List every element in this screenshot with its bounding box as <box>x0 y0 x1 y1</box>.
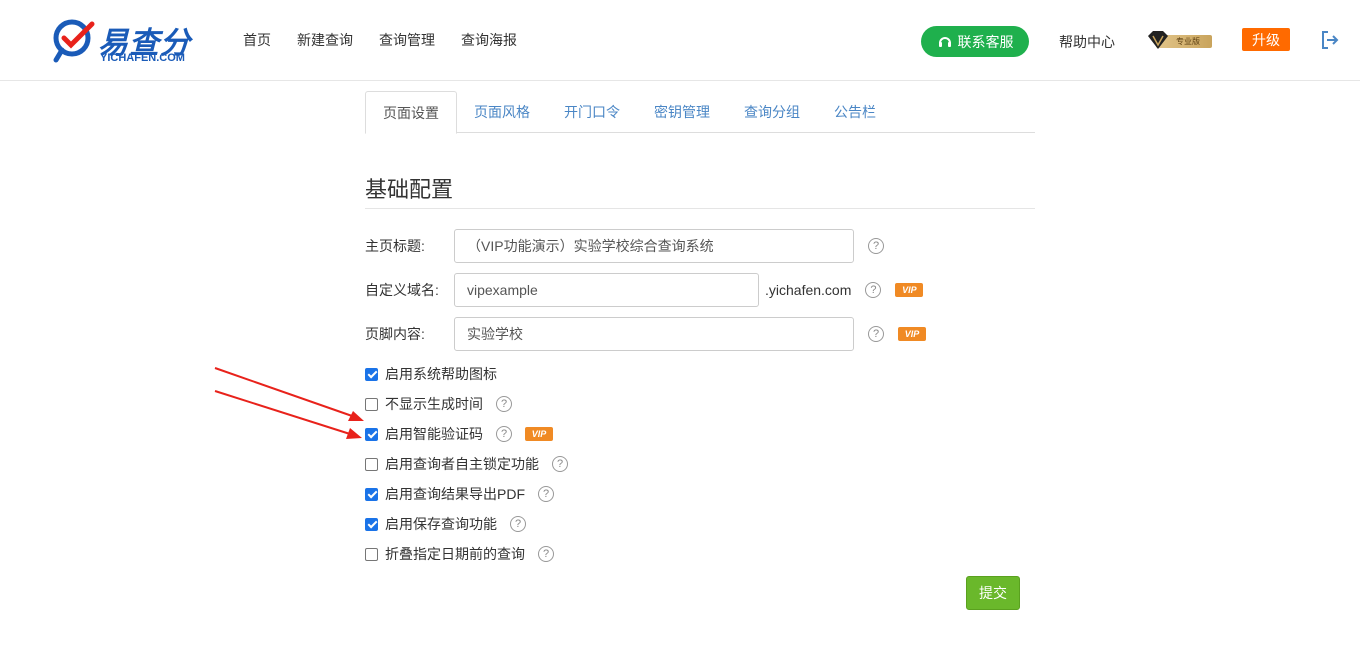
option-save-query[interactable]: 启用保存查询功能 ? <box>365 514 526 534</box>
logout-icon[interactable] <box>1320 30 1340 50</box>
nav-home[interactable]: 首页 <box>243 30 271 50</box>
vip-badge: VIP <box>898 327 926 341</box>
vip-badge: VIP <box>525 427 553 441</box>
diamond-icon <box>1148 31 1168 49</box>
tab-key-manage[interactable]: 密钥管理 <box>637 91 727 133</box>
option-self-lock[interactable]: 启用查询者自主锁定功能 ? <box>365 454 568 474</box>
tab-page-settings[interactable]: 页面设置 <box>365 91 457 134</box>
section-divider <box>365 208 1035 209</box>
field-row-title: 主页标题: （VIP功能演示）实验学校综合查询系统 ? <box>365 229 884 263</box>
nav-query-manage[interactable]: 查询管理 <box>379 30 435 50</box>
option-smart-captcha[interactable]: 启用智能验证码 ? VIP <box>365 424 553 444</box>
checkbox[interactable] <box>365 547 378 561</box>
help-icon[interactable]: ? <box>868 238 884 254</box>
section-title: 基础配置 <box>365 177 454 202</box>
brand-logo[interactable]: 易查分 YICHAFEN.COM <box>52 14 197 66</box>
field-row-footer: 页脚内容: 实验学校 ? VIP <box>365 317 926 351</box>
option-label: 不显示生成时间 <box>385 396 483 412</box>
option-label: 启用系统帮助图标 <box>385 366 497 382</box>
domain-input[interactable]: vipexample <box>454 273 759 307</box>
help-icon[interactable]: ? <box>552 456 568 472</box>
tab-query-group[interactable]: 查询分组 <box>727 91 817 133</box>
help-icon[interactable]: ? <box>496 426 512 442</box>
annotation-arrows-icon <box>214 367 364 439</box>
checkbox[interactable] <box>365 517 378 531</box>
main-nav: 首页 新建查询 查询管理 查询海报 <box>230 0 530 80</box>
help-center-link[interactable]: 帮助中心 <box>1059 32 1115 52</box>
checkbox[interactable] <box>365 487 378 501</box>
footer-label: 页脚内容: <box>365 326 425 342</box>
help-icon[interactable]: ? <box>868 326 884 342</box>
settings-tabs: 页面设置 页面风格 开门口令 密钥管理 查询分组 公告栏 <box>365 91 1035 134</box>
option-hide-generate-time[interactable]: 不显示生成时间 ? <box>365 394 512 414</box>
option-fold-before-date[interactable]: 折叠指定日期前的查询 ? <box>365 544 554 564</box>
tab-bulletin[interactable]: 公告栏 <box>817 91 893 133</box>
contact-service-button[interactable]: 联系客服 <box>921 26 1029 57</box>
tab-page-style[interactable]: 页面风格 <box>457 91 547 133</box>
domain-suffix: .yichafen.com <box>765 282 852 298</box>
contact-service-label: 联系客服 <box>957 33 1014 50</box>
brand-name-en: YICHAFEN.COM <box>100 52 185 64</box>
option-label: 折叠指定日期前的查询 <box>385 546 525 562</box>
nav-query-poster[interactable]: 查询海报 <box>461 30 517 50</box>
upgrade-button[interactable]: 升级 <box>1242 28 1290 51</box>
vip-badge: VIP <box>895 283 924 297</box>
help-icon[interactable]: ? <box>538 486 554 502</box>
help-icon[interactable]: ? <box>496 396 512 412</box>
top-bar: 易查分 YICHAFEN.COM 首页 新建查询 查询管理 查询海报 联系客服 … <box>0 0 1360 81</box>
pro-version-badge: 专业版 <box>1146 30 1212 50</box>
help-icon[interactable]: ? <box>510 516 526 532</box>
logo-mark-icon <box>53 19 95 63</box>
checkbox[interactable] <box>365 457 378 471</box>
nav-new-query[interactable]: 新建查询 <box>297 30 353 50</box>
footer-input[interactable]: 实验学校 <box>454 317 854 351</box>
option-label: 启用查询结果导出PDF <box>385 486 525 502</box>
help-icon[interactable]: ? <box>865 282 882 298</box>
field-row-domain: 自定义域名: vipexample .yichafen.com ? VIP <box>365 273 924 307</box>
option-label: 启用智能验证码 <box>385 426 483 442</box>
headset-icon <box>938 36 951 47</box>
option-label: 启用保存查询功能 <box>385 516 497 532</box>
option-label: 启用查询者自主锁定功能 <box>385 456 539 472</box>
domain-label: 自定义域名: <box>365 282 439 298</box>
tab-access-code[interactable]: 开门口令 <box>547 91 637 133</box>
title-label: 主页标题: <box>365 238 425 254</box>
submit-button[interactable]: 提交 <box>966 576 1020 610</box>
option-export-pdf[interactable]: 启用查询结果导出PDF ? <box>365 484 554 504</box>
option-system-help-icon[interactable]: 启用系统帮助图标 <box>365 364 497 384</box>
title-input[interactable]: （VIP功能演示）实验学校综合查询系统 <box>454 229 854 263</box>
help-icon[interactable]: ? <box>538 546 554 562</box>
